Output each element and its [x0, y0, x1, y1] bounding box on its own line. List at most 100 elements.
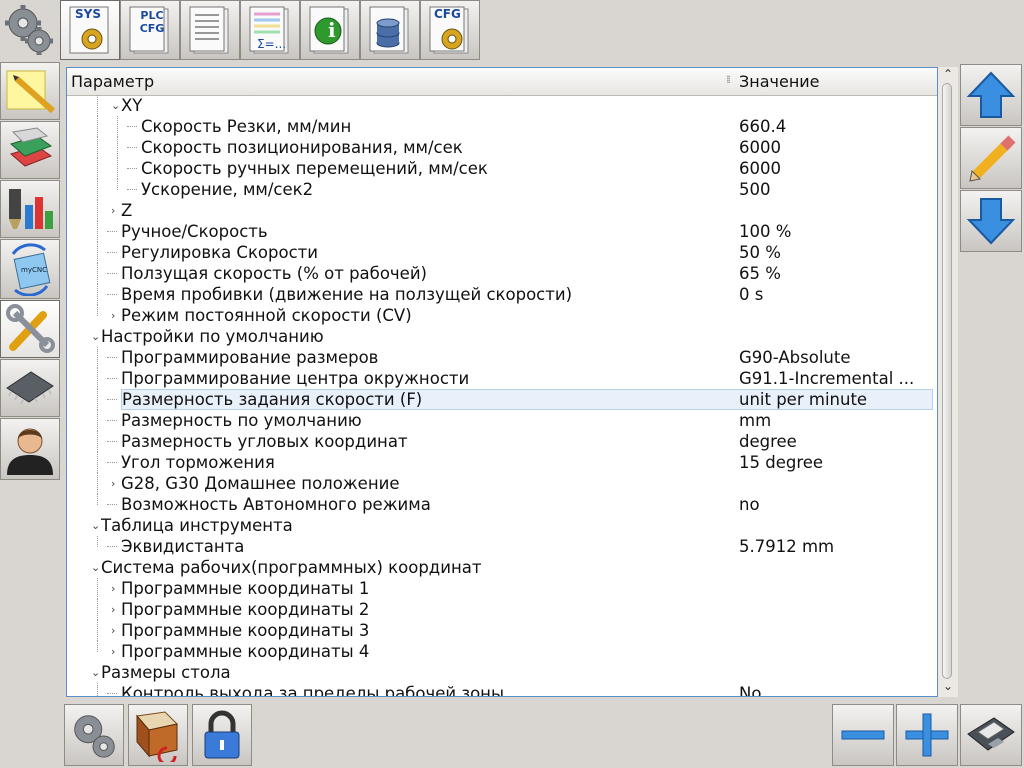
- tree-guide-line: [97, 116, 99, 137]
- sidebar-mycnc-button[interactable]: myCNC: [0, 239, 60, 299]
- tree-row[interactable]: › Режим постоянной скорости (CV): [67, 305, 937, 326]
- sidebar-statistics-button[interactable]: [0, 180, 60, 238]
- parameter-label: Программирование центра окружности: [121, 369, 470, 388]
- tree-row[interactable]: Размерность угловых координат degree: [67, 431, 937, 452]
- sidebar-books-button[interactable]: [0, 121, 60, 179]
- formula-tab[interactable]: Σ=...: [240, 0, 300, 60]
- tree-row[interactable]: Ручное/Скорость 100 %: [67, 221, 937, 242]
- collapse-arrow-icon[interactable]: ⌄: [91, 557, 100, 578]
- tree-guide-line: [97, 431, 99, 452]
- tree-row[interactable]: › Программные координаты 4: [67, 641, 937, 662]
- arrow-down-icon: [966, 198, 1016, 245]
- sys-tab[interactable]: SYS: [60, 0, 120, 60]
- expand-arrow-icon[interactable]: ›: [111, 473, 115, 494]
- tree-branch-line: [107, 252, 117, 254]
- tree-row[interactable]: Скорость Резки, мм/мин 660.4: [67, 116, 937, 137]
- cfg-tab[interactable]: CFG: [420, 0, 480, 60]
- tree-row[interactable]: Программирование размеров G90-Absolute: [67, 347, 937, 368]
- tree-row[interactable]: › Программные координаты 2: [67, 599, 937, 620]
- parameter-label: Скорость ручных перемещений, мм/сек: [141, 159, 488, 178]
- info-tab-label: i: [328, 18, 336, 42]
- tree-row[interactable]: Размерность по умолчанию mm: [67, 410, 937, 431]
- tree-row[interactable]: Контроль выхода за пределы рабочей зоны N…: [67, 683, 937, 697]
- sidebar-tools-button[interactable]: [0, 300, 60, 358]
- database-tab[interactable]: [360, 0, 420, 60]
- sidebar-edit-notes-button[interactable]: [0, 62, 60, 120]
- parameter-value: no: [739, 495, 760, 514]
- tree-row[interactable]: ⌄ Настройки по умолчанию: [67, 326, 937, 347]
- collapse-arrow-icon[interactable]: ⌄: [91, 515, 100, 536]
- decrease-button[interactable]: [832, 704, 894, 766]
- column-header-parameter[interactable]: Параметр: [71, 72, 154, 91]
- tree-row[interactable]: Ползущая скорость (% от рабочей) 65 %: [67, 263, 937, 284]
- tree-row[interactable]: › Z: [67, 200, 937, 221]
- tree-guide-line: [97, 368, 99, 389]
- tree-branch-line: [127, 147, 137, 149]
- expand-arrow-icon[interactable]: ›: [111, 641, 115, 662]
- edit-value-button[interactable]: [960, 127, 1022, 189]
- sidebar-hardware-button[interactable]: [0, 359, 60, 417]
- expand-arrow-icon[interactable]: ›: [111, 599, 115, 620]
- tree-branch-line: [107, 357, 117, 359]
- expand-arrow-icon[interactable]: ›: [111, 200, 115, 221]
- parameter-label: Программные координаты 1: [121, 579, 370, 598]
- parameter-label: Ручное/Скорость: [121, 222, 268, 241]
- tree-row[interactable]: ⌄ XY: [67, 95, 937, 116]
- save-button[interactable]: [960, 704, 1022, 766]
- tree-scrollbar[interactable]: ⌃ ⌄: [938, 67, 958, 697]
- sidebar-user-button[interactable]: [0, 418, 60, 480]
- tree-row[interactable]: ⌄ Размеры стола: [67, 662, 937, 683]
- tree-row[interactable]: Угол торможения 15 degree: [67, 452, 937, 473]
- tree-guide-line: [117, 158, 119, 179]
- tree-row[interactable]: › G28, G30 Домашнее положение: [67, 473, 937, 494]
- info-tab[interactable]: i: [300, 0, 360, 60]
- scroll-up-arrow-icon[interactable]: ⌃: [943, 67, 953, 81]
- scroll-down-arrow-icon[interactable]: ⌄: [943, 679, 953, 693]
- parameter-label: Угол торможения: [121, 453, 275, 472]
- tree-header: Параметр ⁞⁞ Значение: [67, 68, 937, 96]
- tree-row[interactable]: Скорость ручных перемещений, мм/сек 6000: [67, 158, 937, 179]
- tree-row[interactable]: Эквидистанта 5.7912 mm: [67, 536, 937, 557]
- parameter-label: Эквидистанта: [121, 537, 245, 556]
- tree-row[interactable]: Время пробивки (движение на ползущей ско…: [67, 284, 937, 305]
- expand-arrow-icon[interactable]: ›: [111, 620, 115, 641]
- column-header-value[interactable]: Значение: [739, 72, 820, 91]
- tree-row[interactable]: ⌄ Система рабочих(программных) координат: [67, 557, 937, 578]
- tree-guide-line: [97, 200, 99, 221]
- tree-rows: ⌄ XY Скорость Резки, мм/мин 660.4 Скорость п…: [67, 95, 937, 697]
- bottom-settings-button[interactable]: [64, 704, 124, 766]
- tree-row[interactable]: Ускорение, мм/сек2 500: [67, 179, 937, 200]
- bottom-lock-button[interactable]: [192, 704, 252, 766]
- parameter-label: Размеры стола: [101, 663, 231, 682]
- parameter-value: No: [739, 684, 762, 697]
- expand-arrow-icon[interactable]: ›: [111, 305, 115, 326]
- bottom-reload-button[interactable]: [128, 704, 188, 766]
- column-resize-handle[interactable]: ⁞⁞: [726, 73, 731, 86]
- increase-button[interactable]: [896, 704, 958, 766]
- tree-row[interactable]: Возможность Автономного режима no: [67, 494, 937, 515]
- move-up-button[interactable]: [960, 64, 1022, 126]
- tree-row[interactable]: › Программные координаты 3: [67, 620, 937, 641]
- parameter-tree[interactable]: Параметр ⁞⁞ Значение ⌄ XY Скорость Резки, …: [66, 67, 938, 697]
- collapse-arrow-icon[interactable]: ⌄: [91, 326, 100, 347]
- collapse-arrow-icon[interactable]: ⌄: [111, 95, 120, 116]
- tree-row[interactable]: Скорость позиционирования, мм/сек 6000: [67, 137, 937, 158]
- expand-arrow-icon[interactable]: ›: [111, 578, 115, 599]
- scrollbar-thumb[interactable]: [942, 83, 952, 679]
- tree-row[interactable]: Программирование центра окружности G91.1-…: [67, 368, 937, 389]
- collapse-arrow-icon[interactable]: ⌄: [91, 662, 100, 683]
- tree-guide-line: [97, 599, 99, 620]
- tree-row[interactable]: ⌄ Таблица инструмента: [67, 515, 937, 536]
- plc-cfg-tab[interactable]: PLC CFG: [120, 0, 180, 60]
- tree-branch-line: [107, 504, 117, 506]
- tree-row[interactable]: Размерность задания скорости (F) unit per…: [67, 389, 937, 410]
- parameter-label: Система рабочих(программных) координат: [101, 558, 482, 577]
- tree-guide-line: [97, 683, 99, 696]
- floppy-disk-icon: [967, 717, 1015, 751]
- document-tab[interactable]: [180, 0, 240, 60]
- tree-row[interactable]: Регулировка Скорости 50 %: [67, 242, 937, 263]
- tree-row[interactable]: › Программные координаты 1: [67, 578, 937, 599]
- settings-gears-button[interactable]: [0, 0, 58, 58]
- move-down-button[interactable]: [960, 190, 1022, 252]
- parameter-label: Программные координаты 4: [121, 642, 370, 661]
